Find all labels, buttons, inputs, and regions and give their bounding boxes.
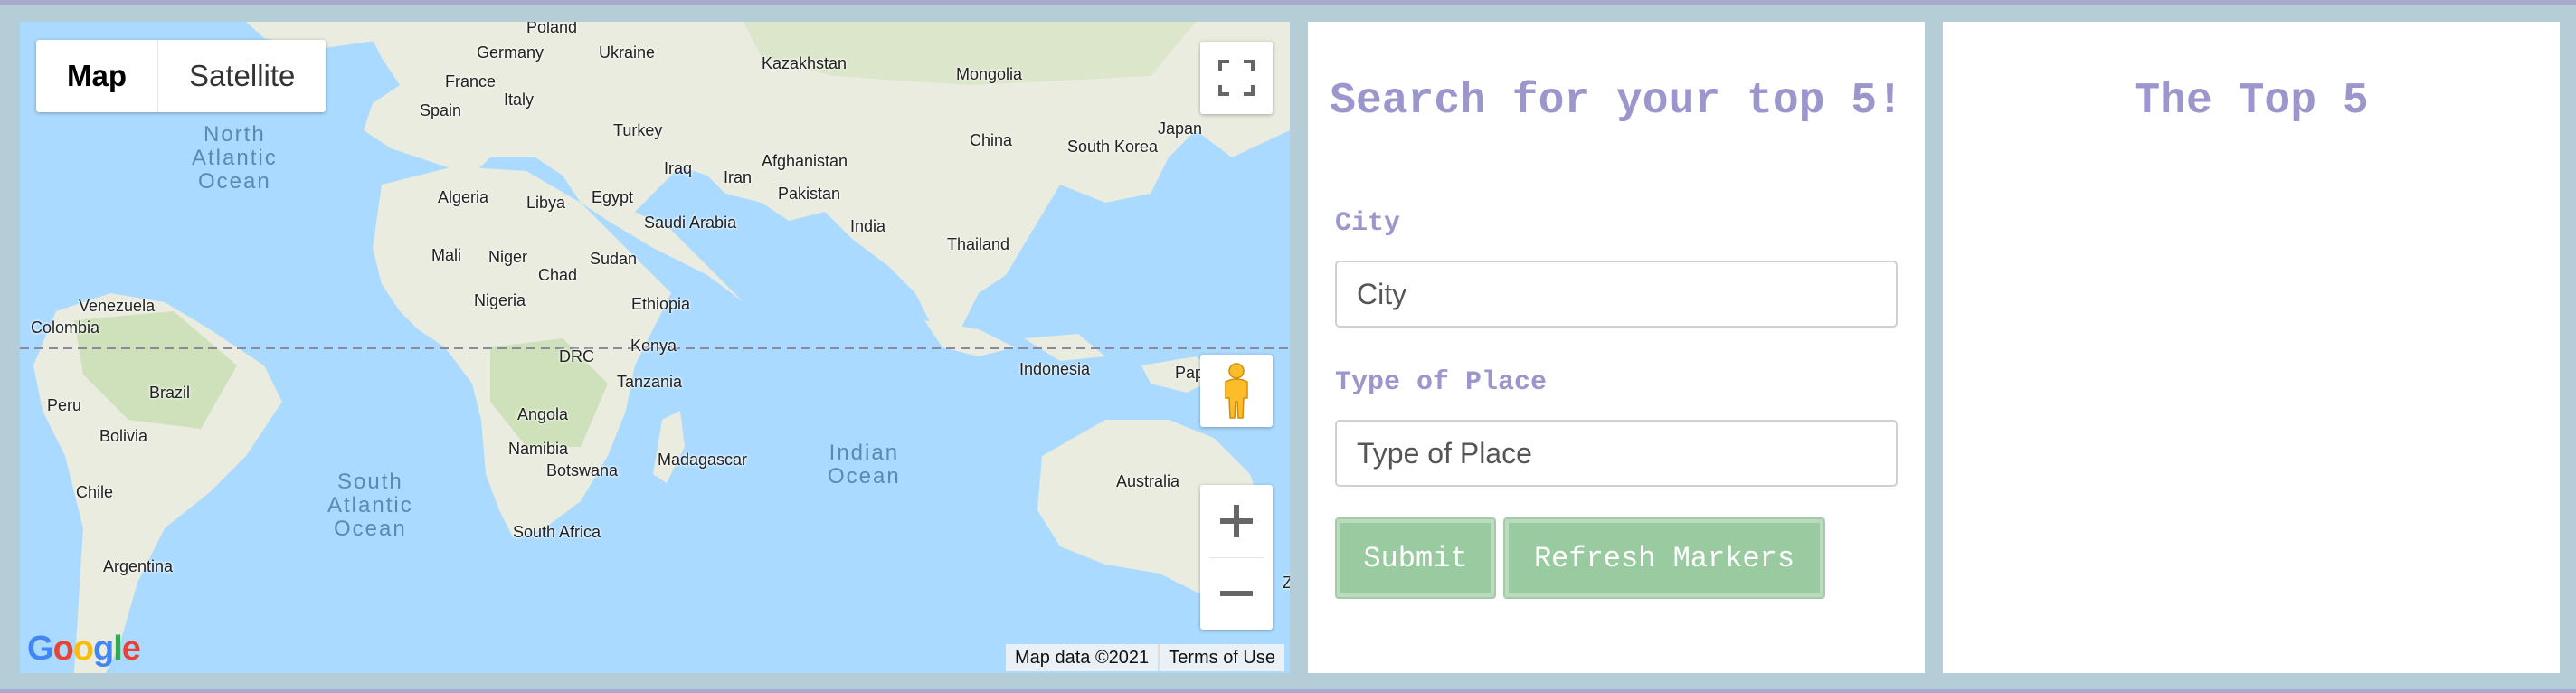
map-label: Kazakhstan bbox=[762, 54, 848, 72]
ocean-label: North Atlantic Ocean bbox=[192, 122, 278, 194]
map-label: Nigeria bbox=[474, 291, 526, 309]
map-label: China bbox=[970, 131, 1013, 149]
street-view-pegman-button[interactable] bbox=[1200, 355, 1273, 427]
search-panel: Search for your top 5! City Type of Plac… bbox=[1308, 22, 1925, 673]
map-label: Argentina bbox=[103, 557, 174, 575]
map-label: France bbox=[445, 72, 497, 90]
map-label: Thailand bbox=[947, 235, 1010, 253]
google-logo-letter: l bbox=[113, 630, 123, 668]
ocean-label: South Atlantic Ocean bbox=[327, 470, 413, 541]
map-label: Saudi Arabia bbox=[644, 214, 737, 232]
map-label: Niger bbox=[488, 248, 528, 266]
city-input[interactable] bbox=[1335, 261, 1898, 328]
fullscreen-button[interactable] bbox=[1200, 42, 1273, 114]
map-attribution: Map data ©2021 Terms of Use bbox=[1006, 644, 1284, 671]
map-label: Sudan bbox=[590, 250, 638, 268]
map-type-map-button[interactable]: Map bbox=[36, 40, 158, 112]
fullscreen-icon bbox=[1218, 60, 1255, 96]
map-canvas[interactable]: Poland Germany Ukraine Kazakhstan Mongol… bbox=[20, 22, 1290, 673]
map-label: Indonesia bbox=[1019, 360, 1091, 378]
map-label: India bbox=[850, 217, 886, 235]
map-label: Botswana bbox=[546, 461, 619, 479]
terms-of-use-link[interactable]: Terms of Use bbox=[1160, 644, 1284, 671]
google-logo-text: Google bbox=[27, 630, 141, 668]
map-data-label: Map data ©2021 bbox=[1006, 644, 1160, 671]
map-label: Ukraine bbox=[599, 43, 656, 62]
map-label: Japan bbox=[1158, 119, 1203, 138]
google-logo-letter: e bbox=[121, 630, 141, 668]
map-type-satellite-button[interactable]: Satellite bbox=[158, 40, 326, 112]
google-logo-letter: G bbox=[27, 630, 54, 668]
map-label: Kenya bbox=[630, 337, 677, 355]
google-logo-letter: o bbox=[52, 630, 74, 668]
map-label: Afghanistan bbox=[762, 152, 848, 170]
map-label: Italy bbox=[504, 90, 535, 109]
map-label: DRC bbox=[559, 347, 594, 365]
map-label: Namibia bbox=[508, 440, 569, 458]
map-label: Australia bbox=[1116, 472, 1180, 490]
zoom-in-button[interactable] bbox=[1200, 485, 1273, 557]
google-logo-letter: o bbox=[72, 630, 94, 668]
map-label: Spain bbox=[420, 101, 462, 119]
zoom-out-button[interactable] bbox=[1200, 558, 1273, 631]
type-of-place-label: Type of Place bbox=[1335, 367, 1548, 398]
refresh-markers-button[interactable]: Refresh Markers bbox=[1503, 517, 1825, 599]
map-label: Germany bbox=[477, 43, 545, 62]
bottom-border bbox=[0, 689, 2576, 693]
city-label: City bbox=[1335, 208, 1401, 239]
map-label: Angola bbox=[517, 405, 569, 423]
map-label: South Africa bbox=[513, 523, 601, 541]
top-five-panel: The Top 5 bbox=[1943, 22, 2560, 673]
map-label: Brazil bbox=[149, 384, 191, 402]
zoom-control bbox=[1200, 485, 1273, 630]
map-label: Libya bbox=[526, 194, 566, 212]
map-label: Bolivia bbox=[99, 427, 148, 445]
map-label: Turkey bbox=[613, 121, 663, 139]
map-label: Z bbox=[1283, 574, 1290, 592]
top-five-title: The Top 5 bbox=[2134, 77, 2369, 126]
search-title: Search for your top 5! bbox=[1330, 77, 1903, 126]
plus-icon bbox=[1220, 504, 1253, 537]
map-label: Pakistan bbox=[778, 185, 841, 203]
map-label: Colombia bbox=[31, 318, 100, 337]
map-label: Algeria bbox=[438, 188, 489, 206]
submit-button[interactable]: Submit bbox=[1335, 517, 1496, 599]
type-of-place-input[interactable] bbox=[1335, 420, 1898, 487]
map-label: Ethiopia bbox=[631, 295, 691, 313]
map-type-control: Map Satellite bbox=[36, 40, 327, 112]
map-label: Mali bbox=[431, 246, 462, 264]
map-label: Egypt bbox=[592, 188, 634, 206]
top-border bbox=[0, 0, 2576, 5]
map-label: Iraq bbox=[664, 159, 693, 177]
map-label: Venezuela bbox=[79, 297, 156, 315]
map-label: Madagascar bbox=[658, 451, 748, 469]
google-logo[interactable]: Google bbox=[27, 630, 141, 669]
map-label: Peru bbox=[47, 396, 82, 414]
ocean-label: Indian Ocean bbox=[828, 441, 901, 489]
map-label: South Korea bbox=[1067, 138, 1159, 156]
map-label: Tanzania bbox=[617, 373, 683, 391]
map-label: Poland bbox=[526, 22, 578, 36]
google-logo-letter: g bbox=[93, 630, 114, 668]
map-label: Mongolia bbox=[956, 65, 1023, 83]
map-label: Iran bbox=[724, 168, 753, 186]
map-label: Chile bbox=[76, 483, 114, 501]
minus-icon bbox=[1220, 591, 1253, 597]
pegman-icon bbox=[1225, 363, 1248, 419]
map-label: Chad bbox=[538, 266, 578, 284]
